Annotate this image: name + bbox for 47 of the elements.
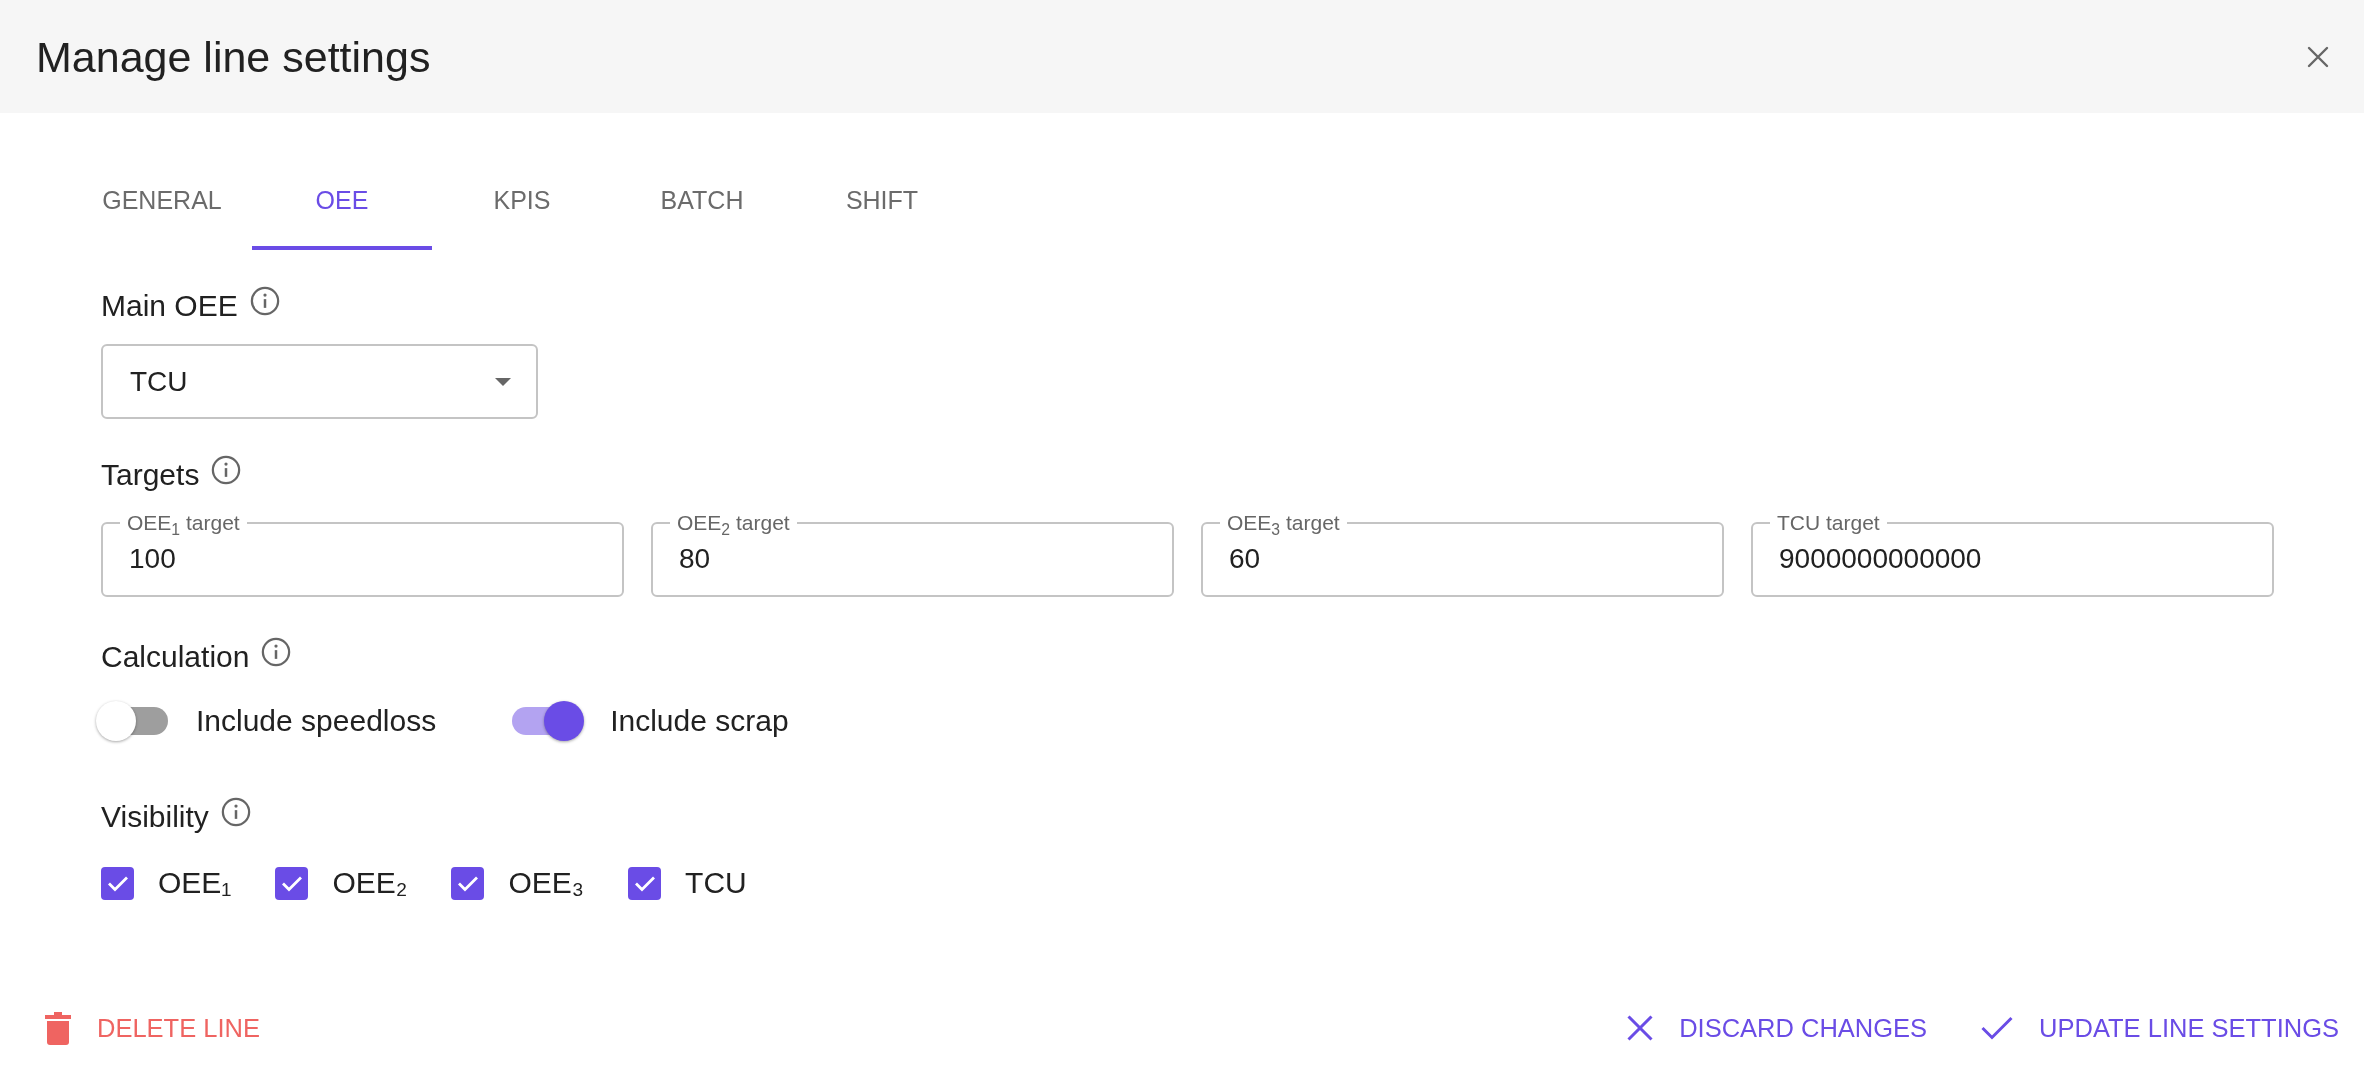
- check-icon: [1981, 1016, 2014, 1040]
- field-label: OEE$_{1}$ target: [126, 510, 241, 536]
- checkbox-label: OEE₂: [332, 865, 408, 901]
- field-value: 100: [128, 542, 176, 576]
- checkbox[interactable]: [451, 866, 485, 900]
- caret-icon: [495, 377, 511, 386]
- tab[interactable]: SHIFT: [792, 163, 972, 250]
- field-label: OEE$_{2}$ target: [676, 510, 791, 536]
- section-label: Visibility: [101, 800, 209, 834]
- tab[interactable]: BATCH: [612, 163, 792, 250]
- tab[interactable]: KPIS: [432, 163, 612, 250]
- field-label: OEE$_{3}$ target: [1226, 510, 1341, 536]
- field-value: 60: [1228, 542, 1261, 576]
- toggle-label: Include speedloss: [196, 703, 437, 739]
- field-value: 80: [678, 542, 711, 576]
- checkbox-label: OEE₁: [158, 865, 232, 901]
- check-icon: [633, 874, 656, 892]
- section-label: Targets: [101, 458, 200, 492]
- section-label: Main OEE: [101, 289, 238, 323]
- dialog-title: Manage line settings: [36, 31, 431, 82]
- check-icon: [281, 874, 303, 892]
- info-icon[interactable]: [211, 455, 242, 485]
- check-icon: [457, 874, 479, 892]
- delete-button[interactable]: DELETE LINE: [33, 1003, 272, 1053]
- checkbox[interactable]: [275, 866, 309, 900]
- info-icon[interactable]: [220, 797, 251, 827]
- checkbox-label: OEE₃: [508, 865, 585, 901]
- tab[interactable]: OEE: [252, 163, 432, 250]
- dropdown-field[interactable]: TCU: [101, 344, 538, 419]
- checkbox[interactable]: [628, 866, 662, 900]
- tab[interactable]: GENERAL: [72, 163, 252, 250]
- x-icon: [1627, 1015, 1654, 1041]
- info-icon[interactable]: [261, 637, 292, 667]
- check-icon: [106, 874, 129, 892]
- toggle-label: Include scrap: [610, 703, 789, 739]
- field-label: TCU target: [1776, 510, 1881, 536]
- checkbox-label: TCU: [685, 865, 747, 901]
- toggle-switch[interactable]: [96, 701, 170, 741]
- section-label: Calculation: [101, 640, 250, 674]
- discard-button[interactable]: DISCARD CHANGES: [1615, 1005, 1940, 1051]
- trash-icon: [45, 1011, 71, 1045]
- toggle-switch[interactable]: [510, 701, 585, 741]
- checkbox[interactable]: [101, 866, 134, 900]
- field-value: 9000000000000: [1778, 542, 1982, 576]
- close-icon: [2307, 45, 2329, 68]
- update-button[interactable]: UPDATE LINE SETTINGS: [1969, 1005, 2351, 1051]
- info-icon[interactable]: [249, 286, 280, 316]
